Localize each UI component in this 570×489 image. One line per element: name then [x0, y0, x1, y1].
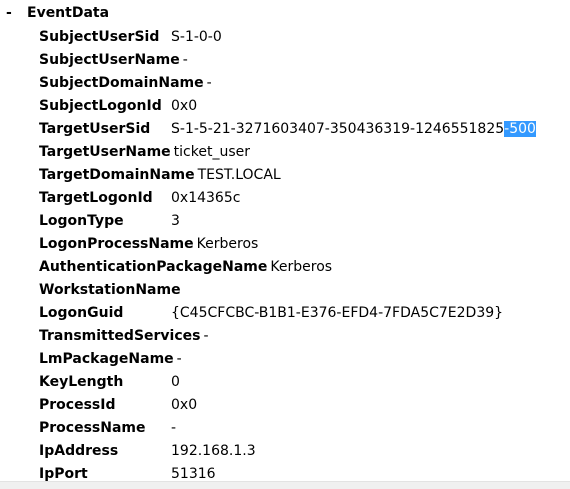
field-name: KeyLength [39, 374, 124, 390]
field-row: IpAddress 192.168.1.3 [39, 440, 570, 463]
field-row: TargetUserName ticket_user [39, 141, 570, 164]
eventdata-field-list: SubjectUserSid S-1-0-0 SubjectUserName - S… [39, 26, 570, 486]
field-name: TargetUserSid [39, 121, 151, 137]
field-value[interactable]: 0x0 [171, 397, 197, 413]
field-row: ProcessId 0x0 [39, 394, 570, 417]
field-name: TransmittedServices [39, 328, 201, 344]
field-row: SubjectUserName - [39, 49, 570, 72]
field-row: SubjectLogonId 0x0 [39, 95, 570, 118]
field-row: LogonType 3 [39, 210, 570, 233]
field-row: LogonProcessName Kerberos [39, 233, 570, 256]
field-row: TargetLogonId 0x14365c [39, 187, 570, 210]
field-value[interactable]: TEST.LOCAL [198, 167, 281, 183]
field-row: LmPackageName - [39, 348, 570, 371]
field-name: SubjectUserSid [39, 29, 160, 45]
field-name: ProcessName [39, 420, 146, 436]
field-value[interactable]: 192.168.1.3 [171, 443, 256, 459]
field-name: SubjectUserName [39, 52, 180, 68]
field-value[interactable]: Kerberos [270, 259, 332, 275]
field-value[interactable]: 0x0 [171, 98, 197, 114]
field-name: TargetDomainName [39, 167, 195, 183]
collapse-toggle-icon[interactable]: - [6, 3, 27, 23]
field-name: AuthenticationPackageName [39, 259, 268, 275]
field-value[interactable]: 3 [171, 213, 180, 229]
field-name: IpAddress [39, 443, 119, 459]
field-row: SubjectUserSid S-1-0-0 [39, 26, 570, 49]
field-row: WorkstationName [39, 279, 570, 302]
field-name: ProcessId [39, 397, 116, 413]
field-name: TargetLogonId [39, 190, 153, 206]
field-row: TransmittedServices - [39, 325, 570, 348]
horizontal-scrollbar[interactable] [0, 481, 570, 489]
field-value[interactable]: S-1-5-21-3271603407-350436319-1246551825 [171, 121, 504, 137]
field-name: WorkstationName [39, 282, 181, 298]
section-title: EventData [27, 5, 110, 21]
field-name: LogonGuid [39, 305, 124, 321]
selected-text[interactable]: -500 [504, 121, 536, 137]
field-value[interactable]: - [177, 351, 182, 367]
field-row: KeyLength 0 [39, 371, 570, 394]
field-value[interactable]: - [207, 75, 212, 91]
field-value[interactable]: - [171, 420, 176, 436]
field-value[interactable]: 0 [171, 374, 180, 390]
field-name: LogonProcessName [39, 236, 194, 252]
field-row: LogonGuid {C45CFCBC-B1B1-E376-EFD4-7FDA5C… [39, 302, 570, 325]
field-row: TargetDomainName TEST.LOCAL [39, 164, 570, 187]
field-value[interactable]: S-1-0-0 [171, 29, 222, 45]
field-value[interactable]: 0x14365c [171, 190, 240, 206]
eventdata-section-header[interactable]: - EventData [6, 3, 109, 23]
field-value[interactable]: {C45CFCBC-B1B1-E376-EFD4-7FDA5C7E2D39} [171, 305, 503, 321]
field-name: TargetUserName [39, 144, 171, 160]
field-value[interactable]: - [204, 328, 209, 344]
field-row: ProcessName - [39, 417, 570, 440]
field-name: LmPackageName [39, 351, 174, 367]
field-row: SubjectDomainName - [39, 72, 570, 95]
field-row: TargetUserSid S-1-5-21-3271603407-3504363… [39, 118, 570, 141]
field-value[interactable]: Kerberos [197, 236, 259, 252]
field-name: SubjectDomainName [39, 75, 204, 91]
field-value[interactable]: 51316 [171, 466, 216, 482]
field-value[interactable]: ticket_user [174, 144, 250, 160]
field-name: LogonType [39, 213, 124, 229]
field-value[interactable]: - [183, 52, 188, 68]
field-name: SubjectLogonId [39, 98, 162, 114]
field-row: AuthenticationPackageName Kerberos [39, 256, 570, 279]
